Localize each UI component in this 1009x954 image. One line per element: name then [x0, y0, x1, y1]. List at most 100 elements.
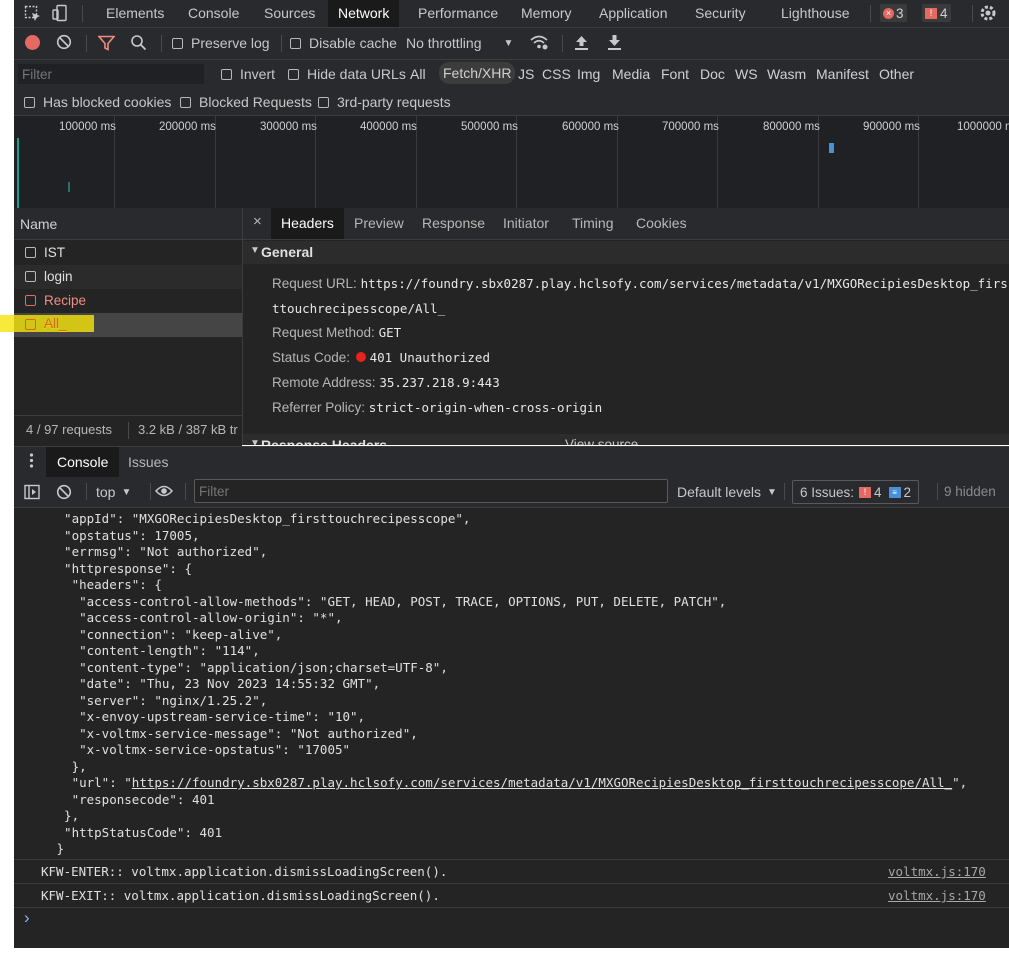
console-json-line: "content-type": "application/json;charse…	[49, 659, 448, 675]
name-column-header[interactable]: Name	[14, 208, 242, 240]
devtools-tab-bar: Elements Console Sources Network Perform…	[14, 0, 1009, 28]
tab-sources[interactable]: Sources	[254, 0, 325, 27]
import-har-icon[interactable]	[574, 34, 589, 54]
general-section-header[interactable]: ▼ General	[243, 241, 1009, 264]
type-filter-css[interactable]: CSS	[542, 66, 571, 82]
remote-address-row: Remote Address: 35.237.218.9:443	[272, 375, 500, 390]
tab-security[interactable]: Security	[685, 0, 756, 27]
type-filter-img[interactable]: Img	[577, 66, 600, 82]
console-json-url-line: "url": "https://foundry.sbx0287.play.hcl…	[49, 775, 968, 790]
warning-counter[interactable]: ! 4	[922, 4, 951, 22]
request-row[interactable]: Recipe	[14, 289, 242, 313]
console-filter-input[interactable]	[194, 479, 668, 503]
type-filter-manifest[interactable]: Manifest	[816, 66, 869, 82]
type-filter-other[interactable]: Other	[879, 66, 914, 82]
tab-performance[interactable]: Performance	[408, 0, 508, 27]
tab-cookies[interactable]: Cookies	[636, 208, 687, 239]
type-filter-ws[interactable]: WS	[735, 66, 758, 82]
blocked-filter-bar: Has blocked cookies Blocked Requests 3rd…	[14, 88, 1009, 116]
network-conditions-icon[interactable]	[529, 34, 549, 54]
request-url-row: Request URL: https://foundry.sbx0287.pla…	[272, 276, 1008, 291]
console-json-line: "headers": {	[49, 577, 162, 592]
has-blocked-cookies-checkbox[interactable]: Has blocked cookies	[24, 94, 171, 110]
drawer-tab-bar: Console Issues	[14, 446, 1009, 478]
clear-icon[interactable]	[56, 34, 72, 53]
request-method-row: Request Method: GET	[272, 325, 402, 340]
tab-application[interactable]: Application	[589, 0, 678, 27]
drawer-menu-icon[interactable]	[29, 452, 34, 472]
type-filter-doc[interactable]: Doc	[700, 66, 725, 82]
issue-flag-icon: !	[925, 7, 937, 19]
tab-timing[interactable]: Timing	[572, 208, 614, 239]
type-filter-media[interactable]: Media	[612, 66, 650, 82]
tab-headers[interactable]: Headers	[271, 208, 344, 239]
tab-preview[interactable]: Preview	[354, 208, 404, 239]
tab-response[interactable]: Response	[422, 208, 485, 239]
context-selector[interactable]: top ▼	[96, 484, 131, 500]
type-filter-font[interactable]: Font	[661, 66, 689, 82]
inspect-element-icon[interactable]	[24, 5, 42, 26]
type-filter-fetch-xhr[interactable]: Fetch/XHR	[439, 62, 516, 84]
tab-memory[interactable]: Memory	[511, 0, 582, 27]
tab-initiator[interactable]: Initiator	[503, 208, 549, 239]
invert-checkbox[interactable]: Invert	[221, 66, 275, 82]
throttling-select[interactable]: No throttling ▼	[406, 35, 513, 51]
timeline-request-bar	[829, 143, 834, 153]
filter-input[interactable]	[18, 64, 204, 84]
clear-console-icon[interactable]	[56, 484, 72, 503]
highlighted-document-icon	[25, 319, 36, 330]
type-filter-wasm[interactable]: Wasm	[767, 66, 806, 82]
timeline-tick: 700000 ms	[662, 121, 719, 133]
console-message: KFW-ENTER:: voltmx.application.dismissLo…	[14, 859, 1009, 883]
tab-elements[interactable]: Elements	[96, 0, 174, 27]
view-source-link[interactable]: View source	[565, 437, 638, 445]
timeline-tick: 200000 ms	[159, 121, 216, 133]
export-har-icon[interactable]	[607, 34, 622, 54]
console-json-line: "appId": "MXGORecipiesDesktop_firsttouch…	[49, 511, 471, 526]
console-json-line: }	[49, 841, 65, 856]
referrer-policy-row: Referrer Policy: strict-origin-when-cros…	[272, 400, 603, 415]
type-filter-js[interactable]: JS	[518, 66, 534, 82]
error-counter[interactable]: × 3	[880, 4, 907, 22]
issues-counter-button[interactable]: 6 Issues: ! 4 ≡ 2	[792, 480, 920, 504]
tab-console[interactable]: Console	[178, 0, 249, 27]
document-icon	[25, 271, 36, 282]
filter-funnel-icon[interactable]	[97, 35, 116, 54]
console-url-link[interactable]: https://foundry.sbx0287.play.hclsofy.com…	[132, 775, 952, 790]
drawer-tab-console[interactable]: Console	[46, 447, 120, 477]
close-icon[interactable]: ×	[253, 213, 262, 230]
console-output: "appId": "MXGORecipiesDesktop_firsttouch…	[14, 508, 1009, 948]
request-row[interactable]: login	[14, 265, 242, 289]
search-icon[interactable]	[130, 34, 147, 54]
sidebar-toggle-icon[interactable]	[24, 484, 40, 503]
prompt-chevron-icon: ›	[24, 908, 30, 927]
request-url-value[interactable]: https://foundry.sbx0287.play.hclsofy.com…	[361, 276, 1008, 291]
blocked-requests-checkbox[interactable]: Blocked Requests	[180, 94, 312, 110]
disable-cache-checkbox[interactable]: Disable cache	[290, 35, 397, 51]
network-overview-timeline[interactable]: 100000 ms 200000 ms 300000 ms 400000 ms …	[14, 116, 1009, 209]
live-expression-eye-icon[interactable]	[154, 484, 174, 501]
record-icon[interactable]	[25, 35, 40, 50]
third-party-requests-checkbox[interactable]: 3rd-party requests	[318, 94, 451, 110]
log-levels-select[interactable]: Default levels ▼	[677, 484, 777, 500]
hide-data-urls-checkbox[interactable]: Hide data URLs	[288, 66, 406, 82]
network-toolbar: Preserve log Disable cache No throttling…	[14, 28, 1009, 60]
preserve-log-checkbox[interactable]: Preserve log	[172, 35, 270, 51]
drawer-tab-issues[interactable]: Issues	[128, 447, 168, 477]
status-code-row: Status Code: 401 Unauthorized	[272, 350, 490, 365]
source-link[interactable]: voltmx.js:170	[888, 888, 986, 903]
tab-network[interactable]: Network	[328, 0, 400, 27]
issue-error-flag-icon: !	[859, 486, 872, 498]
response-headers-section-header[interactable]: ▼ Response Headers View source	[243, 434, 1009, 445]
type-filter-all[interactable]: All	[410, 66, 426, 82]
timeline-tick: 500000 ms	[461, 121, 518, 133]
device-toolbar-icon[interactable]	[52, 4, 70, 26]
console-json-line: "httpStatusCode": 401	[49, 824, 223, 840]
console-prompt-row[interactable]: ›	[14, 907, 1009, 948]
tab-lighthouse[interactable]: Lighthouse	[771, 0, 860, 27]
request-row[interactable]: IST	[14, 241, 242, 265]
source-link[interactable]: voltmx.js:170	[888, 864, 986, 879]
settings-gear-icon[interactable]	[978, 3, 998, 26]
console-json-line: "connection": "keep-alive",	[49, 626, 283, 642]
console-json-line: "httpresponse": {	[49, 560, 192, 576]
